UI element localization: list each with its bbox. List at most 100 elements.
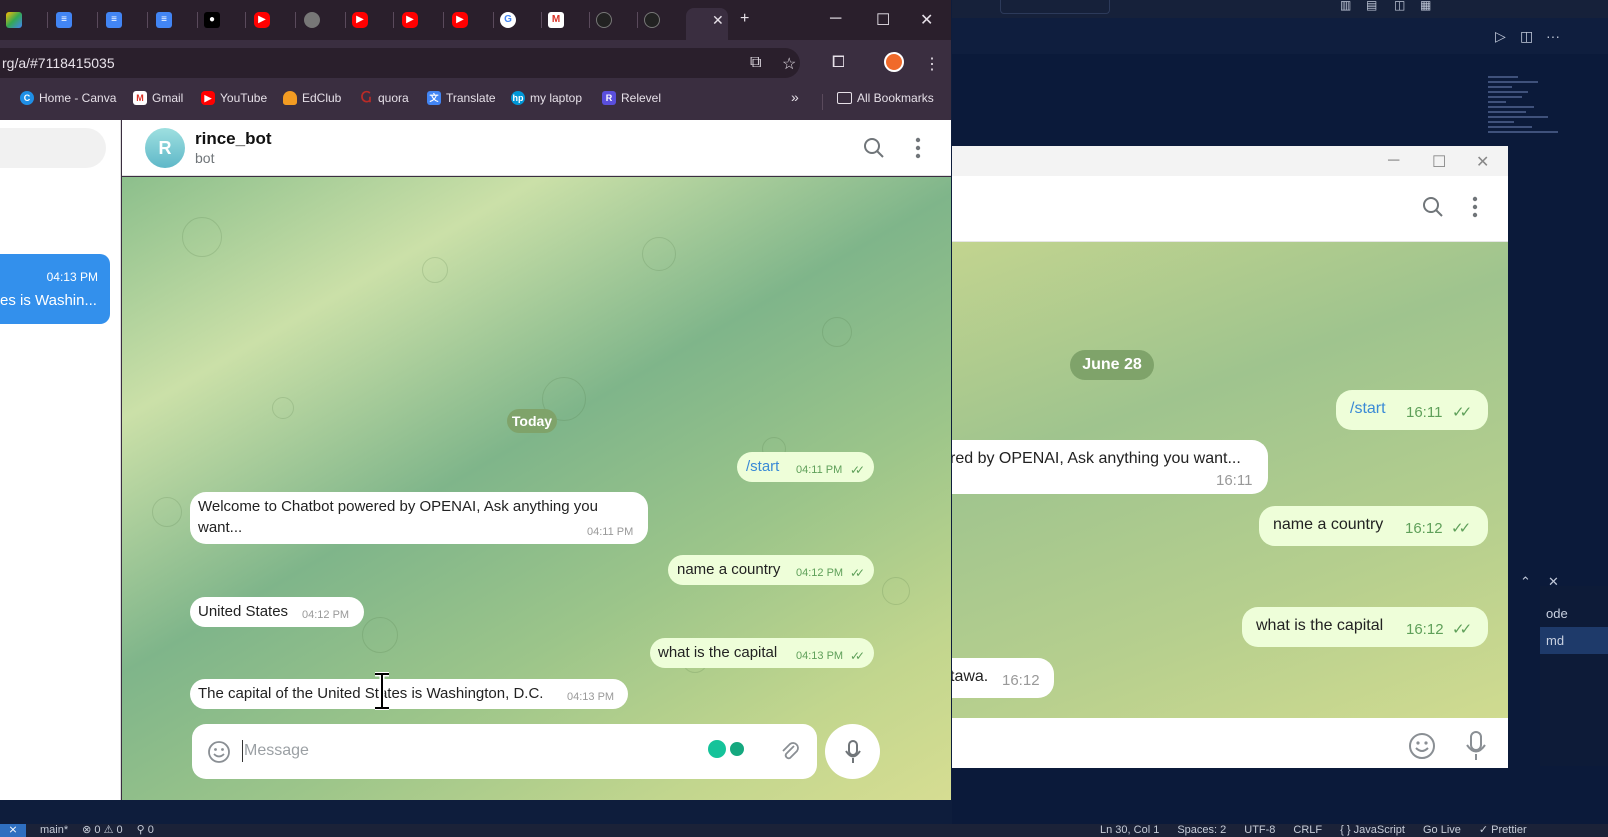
- search-input[interactable]: [0, 128, 106, 168]
- chat-area[interactable]: June 28 /start 16:11 ✓✓ red by OPENAI, A…: [952, 242, 1508, 718]
- message-input[interactable]: Message: [244, 742, 309, 760]
- emoji-icon[interactable]: [1408, 732, 1436, 760]
- address-bar[interactable]: rg/a/#7118415035: [0, 48, 800, 78]
- layout-sidebar-icon[interactable]: ▥: [1340, 0, 1351, 12]
- close-icon[interactable]: ✕: [920, 10, 933, 30]
- bookmark-item[interactable]: C Home - Canva: [20, 91, 116, 105]
- message-in[interactable]: tawa. 16:12: [952, 658, 1054, 698]
- tab[interactable]: ▶: [396, 8, 444, 32]
- close-icon[interactable]: ✕: [1548, 574, 1559, 590]
- tab[interactable]: [590, 8, 638, 32]
- vscode-command-center[interactable]: [1000, 0, 1110, 14]
- youtube-icon: ▶: [452, 12, 468, 28]
- bookmark-item[interactable]: M Gmail: [133, 91, 183, 105]
- search-icon[interactable]: [863, 137, 885, 159]
- microphone-icon: [844, 740, 861, 763]
- line-ending[interactable]: CRLF: [1293, 824, 1322, 837]
- tab[interactable]: [638, 8, 686, 32]
- attach-icon[interactable]: [780, 740, 800, 762]
- all-bookmarks-button[interactable]: All Bookmarks: [837, 91, 934, 105]
- close-tab-icon[interactable]: ✕: [712, 12, 724, 29]
- run-icon[interactable]: ▷: [1495, 28, 1506, 45]
- tab[interactable]: ≡: [150, 8, 198, 32]
- chat-title[interactable]: rince_bot: [195, 129, 272, 149]
- problems-count[interactable]: ⊗ 0 ⚠ 0: [82, 824, 122, 837]
- remote-icon[interactable]: ⨯: [0, 824, 26, 837]
- install-app-icon[interactable]: ⧉: [750, 54, 761, 72]
- tab[interactable]: ≡: [100, 8, 148, 32]
- maximize-icon[interactable]: ☐: [1432, 152, 1446, 172]
- prettier-status[interactable]: ✓ Prettier: [1479, 824, 1527, 837]
- message-out[interactable]: what is the capital 16:12 ✓✓: [1242, 607, 1488, 647]
- voice-record-button[interactable]: [825, 724, 880, 779]
- more-vertical-icon[interactable]: ⋮: [924, 54, 940, 74]
- bookmark-item[interactable]: R Relevel: [602, 91, 661, 105]
- message-out[interactable]: name a country 16:12 ✓✓: [1259, 506, 1488, 546]
- tab[interactable]: ▶: [248, 8, 296, 32]
- tab[interactable]: ▶: [346, 8, 394, 32]
- split-editor-icon[interactable]: ◫: [1520, 28, 1533, 45]
- minimize-icon[interactable]: ─: [830, 10, 841, 28]
- explorer-item[interactable]: md: [1540, 627, 1608, 654]
- new-tab-icon[interactable]: +: [740, 10, 749, 28]
- chat-list-item-active[interactable]: 04:13 PM es is Washin...: [0, 254, 110, 324]
- tab-active[interactable]: ✕: [686, 8, 728, 40]
- go-live-button[interactable]: Go Live: [1423, 824, 1461, 837]
- tab[interactable]: G: [494, 8, 542, 32]
- grammarly-icon[interactable]: [728, 740, 746, 758]
- message-time: 04:13 PM: [567, 691, 615, 703]
- bookmark-item[interactable]: ▶ YouTube: [201, 91, 267, 105]
- profile-avatar[interactable]: [884, 52, 904, 72]
- tab[interactable]: ≡: [50, 8, 98, 32]
- message-out[interactable]: name a country 04:12 PM ✓✓: [668, 555, 874, 585]
- more-actions-icon[interactable]: ···: [1546, 28, 1560, 44]
- bookmark-label: EdClub: [302, 91, 342, 105]
- message-out[interactable]: what is the capital 04:13 PM ✓✓: [650, 638, 874, 668]
- grammarly-extension-icon[interactable]: [708, 740, 726, 758]
- message-out[interactable]: /start 04:11 PM ✓✓: [737, 452, 874, 482]
- close-icon[interactable]: ✕: [1476, 152, 1489, 172]
- message-text: Welcome to Chatbot powered by OPENAI, As…: [198, 498, 598, 515]
- language-mode[interactable]: { } JavaScript: [1340, 824, 1405, 837]
- tab[interactable]: ▶: [446, 8, 494, 32]
- minimize-icon[interactable]: ─: [1388, 152, 1399, 170]
- message-in[interactable]: The capital of the United States is Wash…: [190, 679, 628, 709]
- message-in[interactable]: United States 04:12 PM: [190, 597, 364, 627]
- emoji-icon[interactable]: [207, 740, 231, 764]
- tab[interactable]: [0, 8, 48, 32]
- layout-panel-icon[interactable]: ▤: [1366, 0, 1377, 12]
- bookmarks-overflow-icon[interactable]: »: [791, 89, 799, 105]
- chevron-up-icon[interactable]: ⌃: [1520, 574, 1531, 590]
- layout-secondary-icon[interactable]: ◫: [1394, 0, 1405, 12]
- extensions-icon[interactable]: ⧠: [832, 54, 845, 72]
- message-text[interactable]: /start: [746, 458, 779, 475]
- ports-count[interactable]: ⚲ 0: [137, 824, 154, 837]
- git-branch[interactable]: main*: [40, 824, 68, 837]
- tab[interactable]: M: [542, 8, 590, 32]
- avatar[interactable]: R: [145, 128, 185, 168]
- date-pill: June 28: [1070, 350, 1154, 380]
- bookmark-item[interactable]: hp my laptop: [511, 91, 582, 105]
- explorer-item[interactable]: ode: [1540, 600, 1608, 627]
- maximize-icon[interactable]: ☐: [876, 10, 890, 30]
- tab[interactable]: [298, 8, 346, 32]
- microphone-icon[interactable]: [1464, 730, 1488, 762]
- message-text[interactable]: /start: [1350, 400, 1386, 418]
- message-text: what is the capital: [658, 644, 778, 661]
- more-vertical-icon[interactable]: [915, 137, 921, 159]
- bookmark-item[interactable]: 文 Translate: [427, 91, 496, 105]
- message-in[interactable]: red by OPENAI, Ask anything you want... …: [952, 440, 1268, 494]
- message-in[interactable]: Welcome to Chatbot powered by OPENAI, As…: [190, 492, 648, 544]
- bookmark-item[interactable]: EdClub: [283, 91, 341, 105]
- indentation[interactable]: Spaces: 2: [1177, 824, 1226, 837]
- more-vertical-icon[interactable]: [1472, 196, 1478, 218]
- message-composer[interactable]: Message: [192, 724, 817, 779]
- encoding[interactable]: UTF-8: [1244, 824, 1275, 837]
- message-out[interactable]: /start 16:11 ✓✓: [1336, 390, 1488, 430]
- search-icon[interactable]: [1422, 196, 1444, 218]
- cursor-position[interactable]: Ln 30, Col 1: [1100, 824, 1159, 837]
- bookmark-item[interactable]: Ⴚquora: [359, 91, 409, 106]
- customize-layout-icon[interactable]: ▦: [1420, 0, 1431, 12]
- bookmark-star-icon[interactable]: ☆: [782, 54, 796, 74]
- tab[interactable]: ●: [198, 8, 246, 32]
